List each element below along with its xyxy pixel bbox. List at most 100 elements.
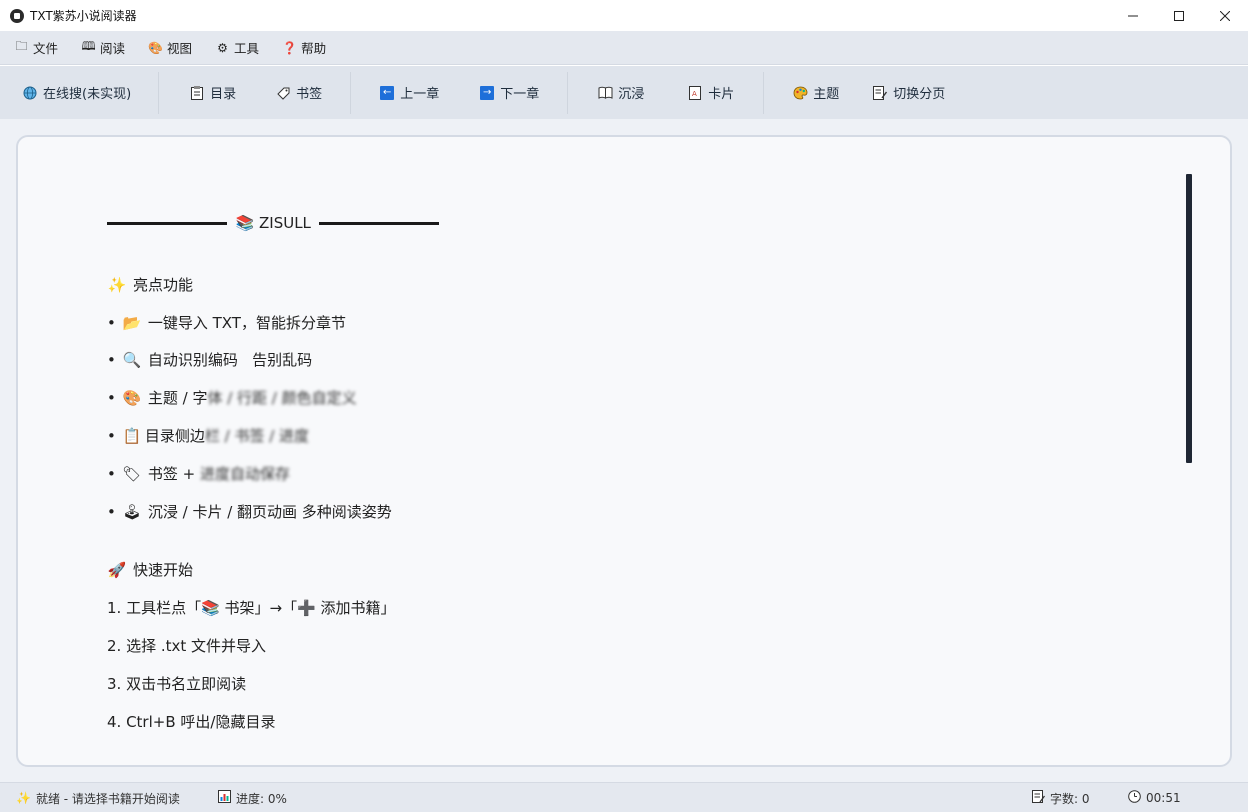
open-book-icon [597, 85, 613, 101]
feature-item: • 📂 一键导入 TXT，智能拆分章节 [107, 312, 346, 333]
window-title: TXT紫苏小说阅读器 [30, 9, 137, 23]
status-bar: ✨ 就绪 - 请选择书籍开始阅读 进度: 0% 字数: 0 00:51 [0, 782, 1248, 812]
magnifier-icon: 🔍 [122, 350, 142, 369]
step-text: 2. 选择 .txt 文件并导入 [107, 637, 267, 655]
bullet: • [107, 426, 116, 445]
feature-text-blurred: 进度自动保存 [199, 465, 290, 483]
feature-text-blurred: 栏 / 书签 / 进度 [204, 427, 310, 445]
features-title-text: 亮点功能 [133, 276, 194, 294]
tag-icon: 🏷 [122, 464, 142, 483]
quickstart-title-text: 快速开始 [133, 561, 194, 579]
bookmark-label: 书签 [296, 87, 323, 102]
toc-label: 目录 [210, 87, 237, 102]
menu-read[interactable]: 🕮 阅读 [81, 37, 125, 58]
theme-button[interactable]: 主题 [764, 66, 872, 119]
menu-view-label: 视图 [167, 41, 193, 56]
heading-group: 📚 ZISULL [235, 214, 311, 232]
features-title: ✨ 亮点功能 [107, 274, 193, 295]
prev-chapter-button[interactable]: ← 上一章 [351, 66, 479, 119]
status-clock-text: 00:51 [1146, 791, 1181, 805]
feature-text: 目录侧边 [144, 427, 205, 445]
close-button[interactable] [1202, 0, 1248, 31]
question-icon: ❓ [282, 40, 298, 55]
status-progress-text: 进度: 0% [236, 791, 287, 806]
clock-icon [1128, 790, 1141, 806]
feature-text: 自动识别编码 告别乱码 [147, 351, 313, 369]
feature-item: • 🏷 书签 + 进度自动保存 [107, 463, 290, 484]
joystick-icon: 🕹 [122, 502, 142, 521]
menu-view[interactable]: 🎨 视图 [148, 38, 192, 57]
palette-icon: 🎨 [148, 40, 163, 55]
step-text: 3. 双击书名立即阅读 [107, 675, 247, 693]
scrollbar-thumb[interactable] [1186, 174, 1192, 463]
maximize-button[interactable] [1156, 0, 1202, 31]
folder-icon: 📂 [122, 313, 142, 332]
step-text: 1. 工具栏点「📚 书架」→「➕ 添加书籍」 [107, 599, 396, 617]
maximize-icon [1174, 10, 1184, 21]
gear-icon: ⚙ [217, 40, 228, 55]
menu-bar: 🗀 文件 🕮 阅读 🎨 视图 ⚙ 工具 ❓ 帮助 [0, 31, 1248, 65]
app-icon [10, 8, 24, 23]
folder-icon: 🗀 [15, 39, 28, 53]
feature-item: • 🔍 自动识别编码 告别乱码 [107, 349, 312, 370]
next-chapter-button[interactable]: → 下一章 [479, 66, 567, 119]
quickstart-title: 🚀 快速开始 [107, 559, 193, 580]
page-mode-button[interactable]: 切换分页 [872, 66, 945, 119]
minimize-icon [1128, 15, 1138, 16]
card-icon: A [687, 85, 703, 101]
palette-icon: 🎨 [122, 388, 142, 407]
svg-text:A: A [692, 90, 697, 98]
toc-button[interactable]: 目录 [159, 66, 275, 119]
menu-file-label: 文件 [33, 41, 59, 56]
feature-item: • 🎨 主题 / 字体 / 行距 / 颜色自定义 [107, 387, 357, 408]
online-search-button[interactable]: 在线搜(未实现) [0, 66, 158, 119]
feature-text: 主题 / 字 [147, 389, 208, 407]
status-word-count: 字数: 0 [1032, 783, 1090, 812]
clipboard-icon [189, 85, 205, 101]
window-controls [1110, 0, 1248, 31]
menu-file[interactable]: 🗀 文件 [14, 37, 58, 58]
books-icon: 📚 [235, 214, 255, 232]
feature-text: 书签 + [147, 465, 200, 483]
heading-title: ZISULL [259, 214, 311, 232]
prev-chapter-label: 上一章 [400, 87, 440, 102]
feature-text: 一键导入 TXT，智能拆分章节 [147, 314, 346, 332]
bullet: • [107, 464, 116, 483]
immersive-label: 沉浸 [618, 87, 645, 102]
theme-label: 主题 [813, 87, 840, 102]
welcome-heading: 📚 ZISULL [107, 214, 439, 232]
menu-help[interactable]: ❓ 帮助 [282, 38, 326, 57]
next-chapter-label: 下一章 [500, 87, 540, 102]
online-search-label: 在线搜(未实现) [43, 87, 132, 102]
feature-item: • 📋 目录侧边栏 / 书签 / 进度 [107, 425, 309, 446]
bar-chart-icon [218, 790, 231, 806]
status-ready-text: 就绪 - 请选择书籍开始阅读 [35, 791, 180, 806]
menu-tools[interactable]: ⚙ 工具 [215, 38, 259, 57]
arrow-left-icon: ← [379, 85, 395, 101]
quickstart-step: 3. 双击书名立即阅读 [107, 673, 246, 694]
feature-text-blurred: 体 / 行距 / 颜色自定义 [207, 389, 357, 407]
heading-rule-right [318, 221, 439, 225]
card-label: 卡片 [708, 87, 735, 102]
quickstart-step: 4. Ctrl+B 呼出/隐藏目录 [107, 711, 275, 732]
status-ready: ✨ 就绪 - 请选择书籍开始阅读 [16, 783, 180, 812]
book-icon: 🕮 [81, 39, 96, 53]
bullet: • [107, 502, 116, 521]
menu-read-label: 阅读 [100, 41, 126, 56]
immersive-button[interactable]: 沉浸 [568, 66, 687, 119]
bookmark-button[interactable]: 书签 [275, 66, 350, 119]
close-icon [1220, 10, 1230, 21]
globe-icon [22, 85, 38, 101]
quickstart-step: 2. 选择 .txt 文件并导入 [107, 635, 266, 656]
minimize-button[interactable] [1110, 0, 1156, 31]
title-bar: TXT紫苏小说阅读器 [0, 0, 1248, 31]
palette-icon [792, 85, 808, 101]
rocket-icon: 🚀 [107, 560, 127, 579]
status-progress: 进度: 0% [218, 783, 287, 812]
status-word-count-text: 字数: 0 [1050, 791, 1090, 806]
card-button[interactable]: A 卡片 [687, 66, 763, 119]
menu-tools-label: 工具 [234, 41, 260, 56]
heading-rule-left [107, 221, 227, 225]
feature-text: 沉浸 / 卡片 / 翻页动画 多种阅读姿势 [147, 503, 392, 521]
menu-help-label: 帮助 [301, 41, 327, 56]
